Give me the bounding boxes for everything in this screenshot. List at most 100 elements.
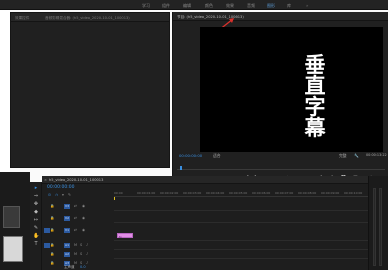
pen-tool-icon[interactable]: ✎: [33, 225, 39, 231]
ruler-tick: 00:00:02:00: [160, 191, 179, 195]
timeline-tabbar: × h5_video_2020-10-01_100013: [42, 176, 368, 184]
ruler-tick: 00:00:07:00: [275, 191, 294, 195]
workspace-tab[interactable]: 学习: [142, 3, 150, 9]
track-label[interactable]: V3: [64, 204, 70, 209]
ruler-tick: 00:00:09:00: [321, 191, 340, 195]
track-divider: [114, 249, 368, 250]
track-header-a1: 🔒 A1 M S ♪: [42, 242, 114, 249]
premiere-window: 学习 组件 编辑 颜色 效果 音频 图形 库 » 效果控件 音频剪辑混合器: (…: [0, 0, 388, 270]
timeline-clip[interactable]: fx: [117, 233, 133, 239]
track-label[interactable]: V2: [64, 216, 70, 221]
razor-tool-icon[interactable]: ◆: [33, 209, 39, 215]
program-timecode[interactable]: 00:00:00:00: [179, 153, 202, 158]
media-thumbnail[interactable]: [3, 236, 23, 262]
audio-meters: [368, 176, 388, 270]
linked-selection-icon[interactable]: ∩: [55, 192, 58, 197]
subtitle-char: 字: [304, 95, 326, 119]
ruler-tick: 00:00:05:00: [229, 191, 248, 195]
slip-tool-icon[interactable]: ↦: [33, 217, 39, 223]
workspace-tab[interactable]: 库: [287, 3, 291, 9]
program-status-row: 00:00:00:00 适合 完整 🔧 00:00:13:22: [173, 153, 388, 159]
subtitle-char: 直: [304, 74, 326, 98]
source-panel: 效果控件 音频剪辑混合器: (h5_video_2020-10-01_10001…: [10, 12, 170, 168]
eye-icon[interactable]: ◉: [82, 204, 85, 208]
lock-icon[interactable]: 🔒: [50, 252, 54, 256]
ruler-tick: 00:00: [114, 191, 123, 195]
track-divider: [114, 258, 368, 259]
lock-icon[interactable]: 🔒: [50, 228, 54, 232]
hand-tool-icon[interactable]: ✋: [33, 233, 39, 239]
video-preview[interactable]: 垂 直 字 幕: [200, 27, 383, 152]
vertical-subtitle: 垂 直 字 幕: [300, 55, 330, 139]
type-tool-icon[interactable]: T: [33, 241, 39, 247]
subtitle-char: 垂: [304, 53, 326, 77]
program-monitor: 节目: (h5_video_2020-10-01_100013) ≡ 垂 直 字…: [172, 12, 388, 182]
track-header-master: 主声道 0.0: [42, 265, 114, 270]
solo-icon[interactable]: S: [80, 252, 82, 256]
chevron-right-icon[interactable]: »: [306, 3, 308, 8]
workspace-tab[interactable]: 编辑: [183, 3, 191, 9]
track-divider: [114, 222, 368, 223]
timeline-timecode[interactable]: 00:00:00:00: [47, 185, 74, 190]
tab-effect-controls[interactable]: 效果控件: [15, 16, 29, 21]
media-thumbnail[interactable]: [3, 206, 20, 228]
master-volume[interactable]: 0.0: [80, 265, 86, 269]
subtitle-char: 幕: [304, 116, 326, 140]
track-label[interactable]: A1: [64, 243, 70, 248]
lock-icon[interactable]: 🔒: [50, 243, 54, 247]
playhead-marker[interactable]: [180, 166, 182, 170]
microphone-icon[interactable]: ♪: [86, 252, 88, 256]
lock-icon[interactable]: 🔒: [50, 204, 54, 208]
sync-icon[interactable]: ⇄: [74, 216, 77, 220]
track-select-tool-icon[interactable]: ⇒: [33, 193, 39, 199]
ripple-edit-tool-icon[interactable]: ✥: [33, 201, 39, 207]
program-tabbar: 节目: (h5_video_2020-10-01_100013) ≡: [173, 12, 388, 21]
timeline-panel: × h5_video_2020-10-01_100013 00:00:00:00…: [42, 176, 368, 270]
ruler-tick: 00:00:04:00: [206, 191, 225, 195]
time-ruler[interactable]: 00:00 00:00:01:00 00:00:02:00 00:00:03:0…: [114, 190, 368, 197]
mute-icon[interactable]: M: [74, 252, 77, 256]
wrench-icon[interactable]: ✎: [68, 192, 71, 197]
track-header-v2: 🔒 V2 ⇄ ◉: [42, 215, 114, 222]
timeline-toggle-row: ⊙ ∩ ▾ ✎: [48, 192, 71, 197]
ruler-tick: 00:00:06:00: [252, 191, 271, 195]
close-icon[interactable]: ×: [44, 178, 47, 182]
project-panel: [0, 172, 30, 270]
microphone-icon[interactable]: ♪: [86, 243, 88, 247]
workspace-tab[interactable]: 音频: [247, 3, 255, 9]
meter-left: [373, 188, 376, 266]
settings-icon[interactable]: 🔧: [354, 153, 359, 158]
clip-fx-badge: fx: [119, 234, 122, 239]
source-tabbar: 效果控件 音频剪辑混合器: (h5_video_2020-10-01_10001…: [11, 13, 169, 22]
mute-icon[interactable]: M: [74, 243, 77, 247]
snap-icon[interactable]: ⊙: [48, 192, 51, 197]
workspace-tab[interactable]: 组件: [162, 3, 170, 9]
track-divider: [114, 210, 368, 211]
ruler-tick: 00:00:01:00: [137, 191, 156, 195]
timeline-playhead[interactable]: [114, 197, 115, 200]
meter-right: [379, 188, 382, 266]
duration-timecode: 00:00:13:22: [366, 153, 387, 157]
track-label[interactable]: V1: [64, 228, 70, 233]
sync-icon[interactable]: ⇄: [74, 204, 77, 208]
workspace-tab-active[interactable]: 图形: [267, 3, 275, 9]
fit-dropdown[interactable]: 适合: [213, 153, 221, 159]
tools-panel: ▸ ⇒ ✥ ◆ ↦ ✎ ✋ T: [30, 182, 42, 270]
track-label[interactable]: A2: [64, 252, 70, 257]
selection-tool-icon[interactable]: ▸: [33, 185, 39, 191]
ruler-tick: 00:00:03:00: [183, 191, 202, 195]
track-header-v3: 🔒 V3 ⇄ ◉: [42, 203, 114, 210]
tab-sequence[interactable]: h5_video_2020-10-01_100013: [49, 178, 103, 182]
lock-icon[interactable]: 🔒: [50, 216, 54, 220]
program-scrubber[interactable]: [177, 166, 385, 170]
workspace-tab[interactable]: 颜色: [205, 3, 213, 9]
solo-icon[interactable]: S: [80, 243, 82, 247]
tab-audio-mixer[interactable]: 音频剪辑混合器: (h5_video_2020-10-01_100013): [45, 16, 130, 21]
sync-icon[interactable]: ⇄: [74, 228, 77, 232]
workspace-tab[interactable]: 效果: [226, 3, 234, 9]
quality-dropdown[interactable]: 完整: [339, 153, 347, 159]
workspace-bar: 学习 组件 编辑 颜色 效果 音频 图形 库 »: [0, 0, 388, 10]
add-marker-icon[interactable]: ▾: [62, 192, 64, 197]
eye-icon[interactable]: ◉: [82, 228, 85, 232]
eye-icon[interactable]: ◉: [82, 216, 85, 220]
